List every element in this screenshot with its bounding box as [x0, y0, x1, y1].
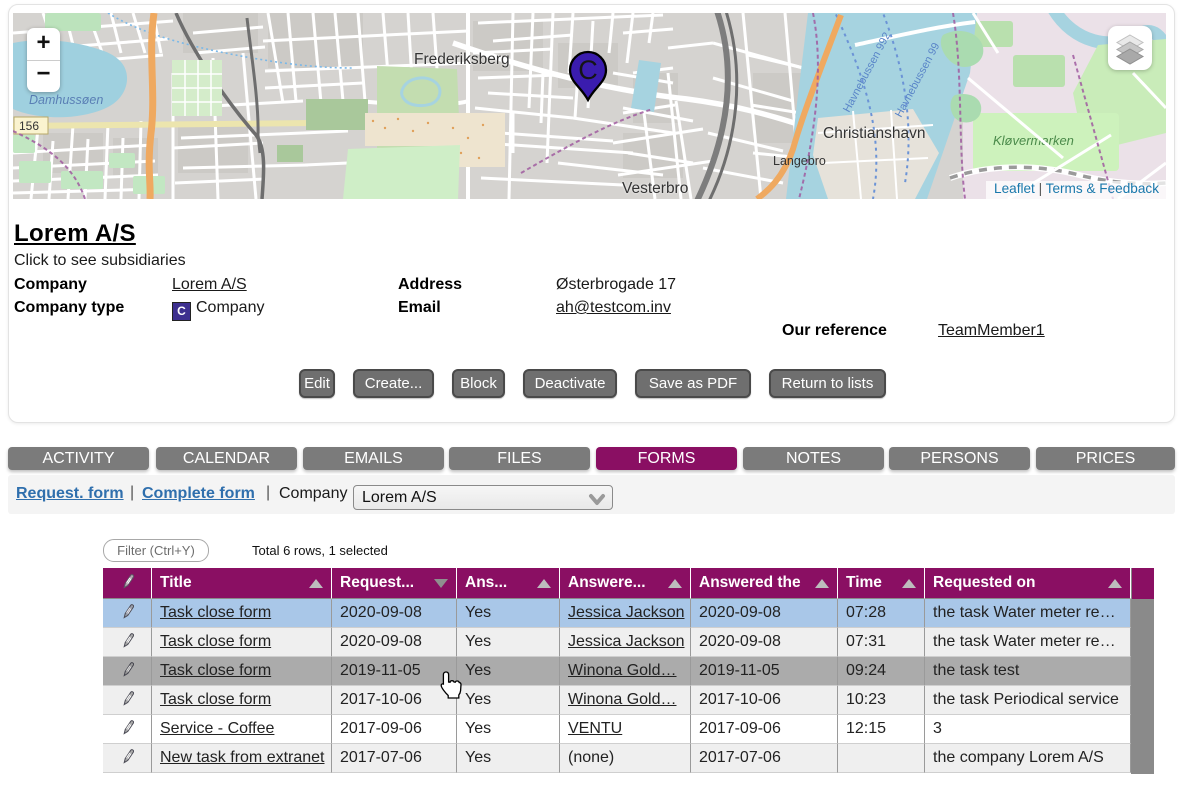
- svg-text:Vesterbro: Vesterbro: [622, 180, 688, 197]
- svg-text:Damhussøen: Damhussøen: [29, 93, 103, 107]
- svg-text:Christianshavn: Christianshavn: [823, 125, 926, 142]
- svg-text:156: 156: [19, 119, 39, 133]
- svg-text:Langebro: Langebro: [773, 154, 826, 168]
- svg-text:Frederiksberg: Frederiksberg: [414, 51, 510, 68]
- svg-text:C: C: [578, 55, 598, 85]
- svg-text:Kløvermarken: Kløvermarken: [993, 133, 1074, 148]
